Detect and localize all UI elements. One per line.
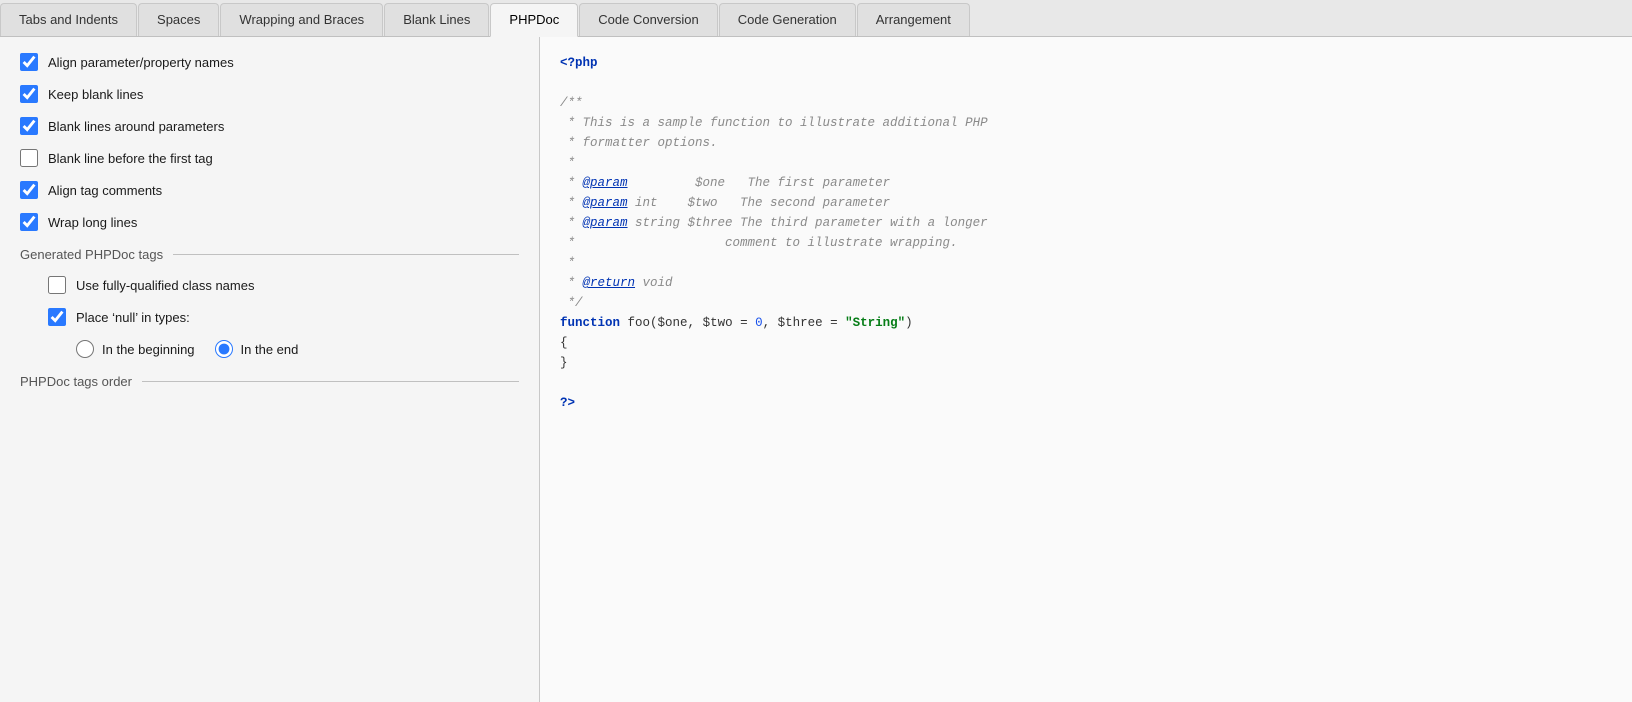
main-content: Align parameter/property names Keep blan…: [0, 37, 1632, 702]
label-beginning: In the beginning: [102, 342, 195, 357]
checkbox-row-blank-first: Blank line before the first tag: [20, 149, 519, 167]
radio-beginning[interactable]: [76, 340, 94, 358]
label-fully-qualified: Use fully-qualified class names: [76, 278, 254, 293]
label-place-null: Place ‘null’ in types:: [76, 310, 190, 325]
code-line-doc-1: * This is a sample function to illustrat…: [560, 113, 1612, 133]
null-position-radio-row: In the beginning In the end: [76, 340, 519, 358]
label-blank-before-first: Blank line before the first tag: [48, 151, 213, 166]
tags-order-label: PHPDoc tags order: [20, 374, 132, 389]
code-line-php-close: ?>: [560, 393, 1612, 413]
tab-bar: Tabs and Indents Spaces Wrapping and Bra…: [0, 0, 1632, 37]
code-preview-panel: <?php /** * This is a sample function to…: [540, 37, 1632, 702]
checkbox-row-align-param: Align parameter/property names: [20, 53, 519, 71]
checkbox-row-keep-blank: Keep blank lines: [20, 85, 519, 103]
tags-order-line: [142, 381, 519, 382]
code-line-function: function foo($one, $two = 0, $three = "S…: [560, 313, 1612, 333]
checkbox-row-blank-around: Blank lines around parameters: [20, 117, 519, 135]
checkbox-align-param[interactable]: [20, 53, 38, 71]
code-line-blank1: [560, 73, 1612, 93]
left-panel: Align parameter/property names Keep blan…: [0, 37, 540, 702]
code-line-param3: * @param string $three The third paramet…: [560, 213, 1612, 233]
sub-checkbox-row-qualified: Use fully-qualified class names: [48, 276, 519, 294]
divider-line: [173, 254, 519, 255]
code-line-doc-close: */: [560, 293, 1612, 313]
tab-wrapping-braces[interactable]: Wrapping and Braces: [220, 3, 383, 36]
label-keep-blank: Keep blank lines: [48, 87, 143, 102]
checkbox-row-wrap-long: Wrap long lines: [20, 213, 519, 231]
tags-order-divider: PHPDoc tags order: [20, 374, 519, 389]
code-line-param2: * @param int $two The second parameter: [560, 193, 1612, 213]
checkbox-align-tag-comments[interactable]: [20, 181, 38, 199]
code-line-wrap: * comment to illustrate wrapping.: [560, 233, 1612, 253]
checkbox-row-align-tag: Align tag comments: [20, 181, 519, 199]
sub-checkbox-row-null: Place ‘null’ in types:: [48, 308, 519, 326]
tab-blank-lines[interactable]: Blank Lines: [384, 3, 489, 36]
code-line-doc-4: *: [560, 253, 1612, 273]
label-end: In the end: [241, 342, 299, 357]
generated-phpdoc-label: Generated PHPDoc tags: [20, 247, 163, 262]
code-line-doc-open: /**: [560, 93, 1612, 113]
checkbox-blank-before-first[interactable]: [20, 149, 38, 167]
checkbox-fully-qualified[interactable]: [48, 276, 66, 294]
code-line-return: * @return void: [560, 273, 1612, 293]
radio-option-beginning[interactable]: In the beginning: [76, 340, 195, 358]
tab-tabs-indents[interactable]: Tabs and Indents: [0, 3, 137, 36]
checkbox-place-null[interactable]: [48, 308, 66, 326]
code-line-open-brace: {: [560, 333, 1612, 353]
checkbox-blank-around-params[interactable]: [20, 117, 38, 135]
tab-code-conversion[interactable]: Code Conversion: [579, 3, 717, 36]
radio-option-end[interactable]: In the end: [215, 340, 299, 358]
label-align-tag-comments: Align tag comments: [48, 183, 162, 198]
code-line-param1: * @param $one The first parameter: [560, 173, 1612, 193]
label-align-param: Align parameter/property names: [48, 55, 234, 70]
tab-phpdoc[interactable]: PHPDoc: [490, 3, 578, 37]
code-line-close-brace: }: [560, 353, 1612, 373]
tab-code-generation[interactable]: Code Generation: [719, 3, 856, 36]
label-wrap-long-lines: Wrap long lines: [48, 215, 137, 230]
code-line-php-open: <?php: [560, 53, 1612, 73]
code-line-doc-2: * formatter options.: [560, 133, 1612, 153]
checkbox-wrap-long-lines[interactable]: [20, 213, 38, 231]
tab-spaces[interactable]: Spaces: [138, 3, 219, 36]
generated-phpdoc-divider: Generated PHPDoc tags: [20, 247, 519, 262]
code-line-doc-3: *: [560, 153, 1612, 173]
code-line-blank2: [560, 373, 1612, 393]
tab-arrangement[interactable]: Arrangement: [857, 3, 970, 36]
label-blank-around-params: Blank lines around parameters: [48, 119, 224, 134]
checkbox-keep-blank[interactable]: [20, 85, 38, 103]
radio-end[interactable]: [215, 340, 233, 358]
